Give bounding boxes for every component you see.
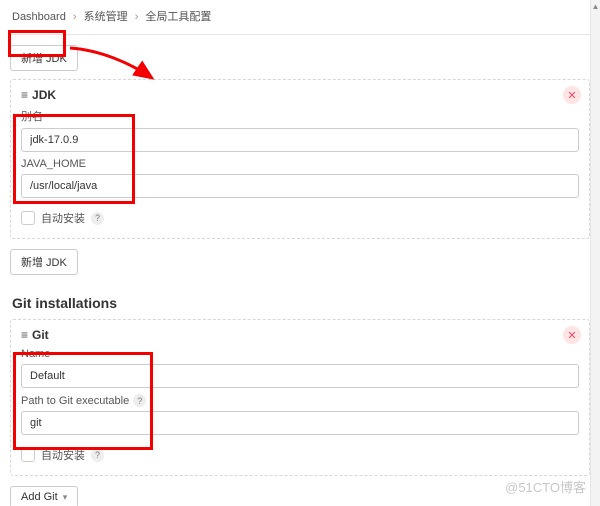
chevron-right-icon: › [73,11,77,23]
chevron-right-icon: › [135,11,139,23]
scroll-up-icon[interactable]: ▲ [591,0,600,12]
git-path-label: Path to Git executable ? [21,394,579,407]
help-icon[interactable]: ? [91,449,104,462]
git-name-input[interactable] [21,364,579,388]
add-jdk-button-bottom[interactable]: 新增 JDK [10,249,78,275]
breadcrumb-item[interactable]: Dashboard [12,11,66,23]
jdk-alias-input[interactable] [21,128,579,152]
breadcrumb: Dashboard › 系统管理 › 全局工具配置 [10,6,590,32]
section-title: Git [32,328,49,342]
git-name-label: Name [21,348,579,360]
alias-label: 别名 [21,108,579,124]
add-jdk-button[interactable]: 新增 JDK [10,45,78,71]
remove-git-button[interactable]: ✕ [563,326,581,344]
add-git-button[interactable]: Add Git [10,486,78,506]
auto-install-label: 自动安装 [41,210,85,226]
breadcrumb-item[interactable]: 全局工具配置 [145,11,211,23]
drag-handle-icon[interactable]: ≡ [21,328,26,342]
auto-install-label: 自动安装 [41,447,85,463]
java-home-input[interactable] [21,174,579,198]
vertical-scrollbar[interactable]: ▲ [590,0,600,506]
remove-jdk-button[interactable]: ✕ [563,86,581,104]
java-home-label: JAVA_HOME [21,158,579,170]
drag-handle-icon[interactable]: ≡ [21,88,26,102]
jdk-section: ≡ JDK ✕ 别名 JAVA_HOME 自动安装 ? [10,79,590,239]
help-icon[interactable]: ? [91,212,104,225]
auto-install-checkbox[interactable] [21,211,35,225]
help-icon[interactable]: ? [133,394,146,407]
breadcrumb-item[interactable]: 系统管理 [84,11,128,23]
close-icon: ✕ [567,89,576,102]
close-icon: ✕ [567,329,576,342]
section-title: JDK [32,88,56,102]
git-path-input[interactable] [21,411,579,435]
git-section: ≡ Git ✕ Name Path to Git executable ? 自动… [10,319,590,476]
divider [10,34,590,35]
git-installations-heading: Git installations [12,295,590,311]
auto-install-checkbox[interactable] [21,448,35,462]
